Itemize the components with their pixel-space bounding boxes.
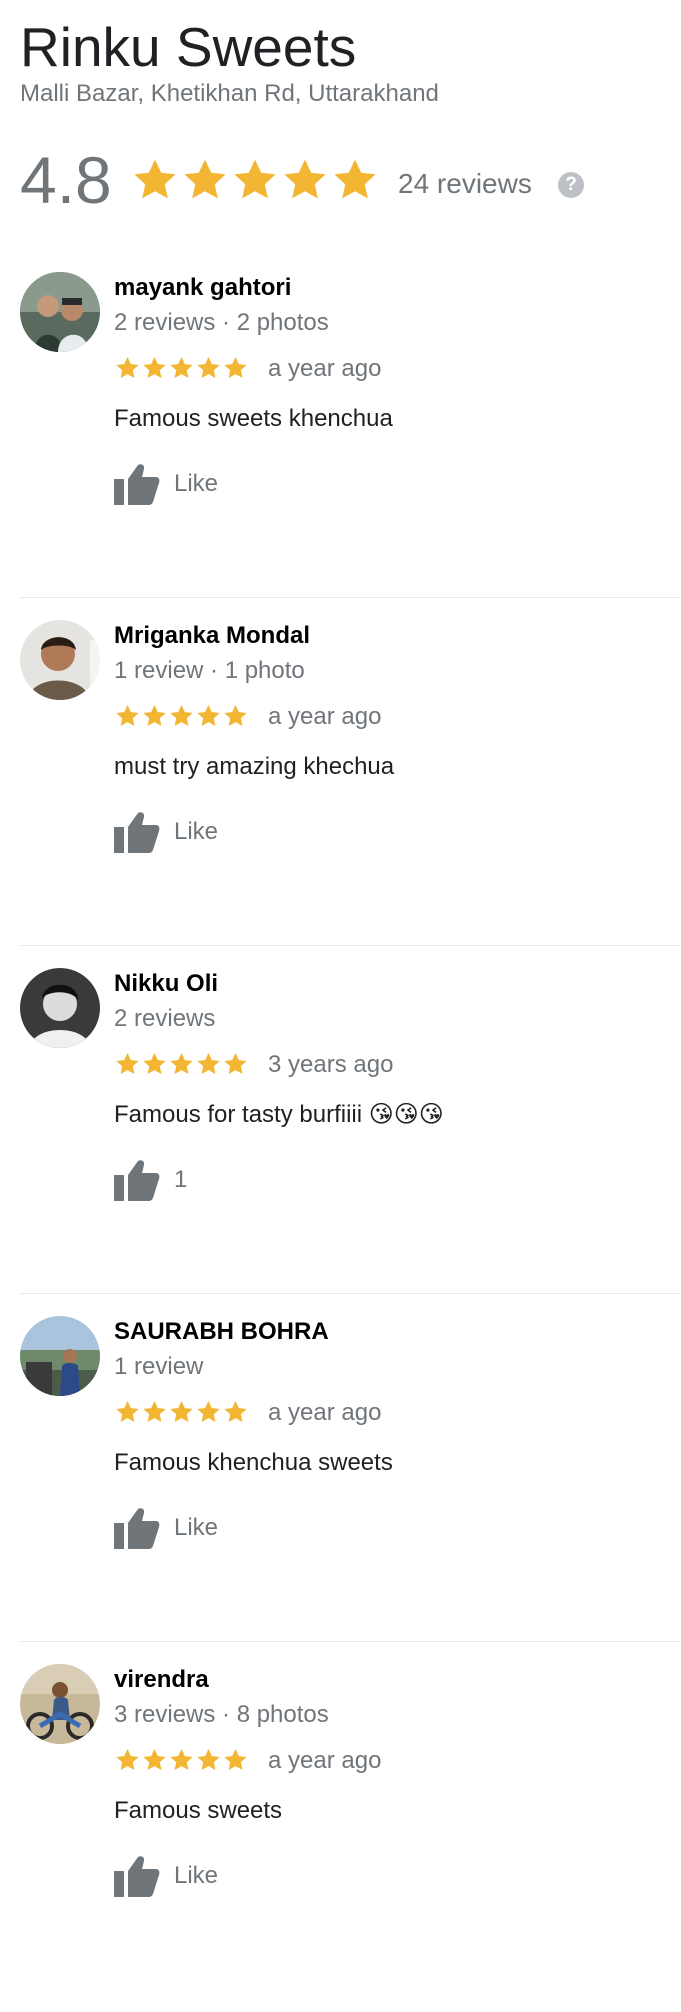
review-count-link[interactable]: 24 reviews [398,166,532,202]
star-icon [114,1399,141,1425]
reviewer-meta: 3 reviews · 8 photos [114,1701,329,1728]
avatar[interactable] [20,620,100,700]
star-icon [222,355,249,381]
star-icon [195,1747,222,1773]
star-icon [222,1747,249,1773]
reviewer-name[interactable]: Mriganka Mondal [114,622,310,650]
reviewer-meta: 1 review · 1 photo [114,657,305,684]
star-icon [330,156,380,204]
review-text: Famous for tasty burfiiii 😘😘😘 [114,1101,444,1128]
avatar[interactable] [20,1664,100,1744]
like-count: 1 [174,1166,188,1193]
reviews-panel: Rinku Sweets Malli Bazar, Khetikhan Rd, … [0,0,681,1928]
place-title: Rinku Sweets [20,16,357,78]
review-stars [114,1747,249,1773]
star-icon [168,703,195,729]
star-icon [114,703,141,729]
review-item: Nikku Oli 2 reviews 3 years ago Famous f… [20,968,681,1316]
review-item: Mriganka Mondal 1 review · 1 photo a yea… [20,620,681,968]
reviewer-name[interactable]: mayank gahtori [114,274,291,302]
star-icon [114,355,141,381]
reviewer-name[interactable]: SAURABH BOHRA [114,1318,329,1346]
divider [20,1641,681,1642]
review-item: virendra 3 reviews · 8 photos a year ago… [20,1664,681,2012]
divider [20,597,681,598]
review-stars [114,1051,249,1077]
star-icon [168,1399,195,1425]
review-item: mayank gahtori 2 reviews · 2 photos a ye… [20,272,681,620]
review-date: a year ago [268,355,382,382]
star-icon [195,1051,222,1077]
star-icon [195,1399,222,1425]
review-text: must try amazing khechua [114,753,395,780]
star-icon [195,703,222,729]
thumbs-up-icon [114,811,160,853]
review-date: 3 years ago [268,1051,394,1078]
avatar[interactable] [20,968,100,1048]
star-icon [141,703,168,729]
like-button[interactable]: 1 [114,1157,187,1203]
star-icon [280,156,330,204]
star-icon [222,1399,249,1425]
like-label: Like [174,818,219,845]
star-icon [195,355,222,381]
like-button[interactable]: Like [114,809,218,855]
reviewer-meta: 1 review [114,1353,204,1380]
thumbs-up-icon [114,463,160,505]
star-icon [141,1051,168,1077]
review-stars [114,703,249,729]
like-button[interactable]: Like [114,1505,218,1551]
thumbs-up-icon [114,1507,160,1549]
review-text: Famous khenchua sweets [114,1449,393,1476]
star-icon [180,156,230,204]
star-icon [114,1051,141,1077]
star-icon [114,1747,141,1773]
like-label: Like [174,1862,219,1889]
reviewer-meta: 2 reviews · 2 photos [114,309,329,336]
star-icon [130,156,180,204]
reviewer-name[interactable]: Nikku Oli [114,970,218,998]
divider [20,1293,681,1294]
star-icon [168,1747,195,1773]
like-button[interactable]: Like [114,461,218,507]
review-stars [114,355,249,381]
review-item: SAURABH BOHRA 1 review a year ago Famous… [20,1316,681,1664]
reviewer-name[interactable]: virendra [114,1666,209,1694]
place-address: Malli Bazar, Khetikhan Rd, Uttarakhand [20,80,439,107]
review-text: Famous sweets [114,1797,283,1824]
reviewer-meta: 2 reviews [114,1005,216,1032]
avatar[interactable] [20,1316,100,1396]
star-icon [168,1051,195,1077]
help-icon[interactable]: ? [558,172,584,198]
star-icon [230,156,280,204]
star-icon [222,703,249,729]
star-icon [141,355,168,381]
star-icon [222,1051,249,1077]
review-text: Famous sweets khenchua [114,405,393,432]
avatar[interactable] [20,272,100,352]
thumbs-up-icon [114,1855,160,1897]
review-date: a year ago [268,703,382,730]
like-button[interactable]: Like [114,1853,218,1899]
rating-value: 4.8 [20,143,112,217]
review-stars [114,1399,249,1425]
like-label: Like [174,470,219,497]
like-label: Like [174,1514,219,1541]
rating-stars [130,156,380,204]
rating-summary: 4.8 24 reviews ? [20,140,660,220]
star-icon [141,1399,168,1425]
divider [20,945,681,946]
review-date: a year ago [268,1399,382,1426]
star-icon [141,1747,168,1773]
star-icon [168,355,195,381]
thumbs-up-icon [114,1159,160,1201]
review-date: a year ago [268,1747,382,1774]
